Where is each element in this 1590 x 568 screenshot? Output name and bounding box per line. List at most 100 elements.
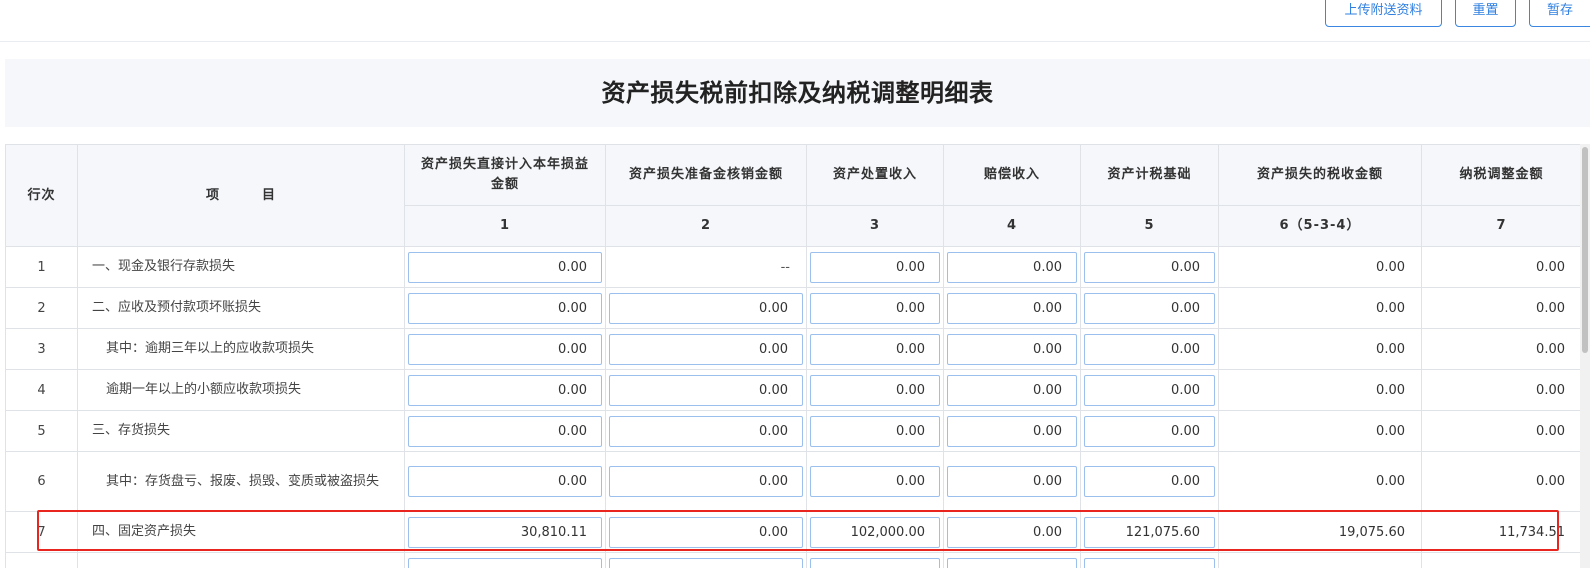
row-item-label: 四、固定资产损失: [77, 511, 405, 553]
header-col5: 资产计税基础: [1080, 144, 1219, 206]
row-number: 2: [5, 287, 78, 329]
tax-loss-amount: 0.00: [1218, 328, 1422, 370]
row-number: 4: [5, 369, 78, 411]
row-number: 6: [5, 451, 78, 512]
header-col1: 资产损失直接计入本年损益金额: [404, 144, 606, 206]
tax-basis-input[interactable]: [1084, 251, 1215, 283]
header-col2: 资产损失准备金核销金额: [605, 144, 807, 206]
reserve-writeoff-input[interactable]: [609, 374, 803, 406]
compensation-income-input[interactable]: [947, 251, 1077, 283]
reserve-writeoff-input[interactable]: [609, 415, 803, 447]
tax-basis-input[interactable]: [1084, 466, 1215, 497]
row-number: 5: [5, 410, 78, 452]
tax-basis-input[interactable]: [1084, 333, 1215, 365]
row-item-label: 逾期一年以上的小额应收款项损失: [77, 369, 405, 411]
disposal-income-input[interactable]: [810, 466, 940, 497]
tax-adjustment-amount: 0.00: [1421, 410, 1581, 452]
disposal-income-input[interactable]: [810, 333, 940, 365]
disposal-income-input[interactable]: [810, 292, 940, 324]
tax-loss-amount: 0.00: [1218, 369, 1422, 411]
direct-loss-input[interactable]: [408, 415, 602, 447]
tax-adjustment-amount: 0.00: [1421, 246, 1581, 288]
page-title: 资产损失税前扣除及纳税调整明细表: [601, 79, 994, 107]
row-item-label: 二、应收及预付款项坏账损失: [77, 287, 405, 329]
row-item-label: 三、存货损失: [77, 410, 405, 452]
tax-loss-amount: 0.00: [1218, 246, 1422, 288]
direct-loss-input[interactable]: [408, 557, 602, 568]
tax-loss-amount: 0.00: [1218, 287, 1422, 329]
table-row: 7 四、固定资产损失 19,075.60 11,734.51: [5, 511, 1581, 553]
tax-basis-input[interactable]: [1084, 415, 1215, 447]
tax-loss-amount: 19,075.60: [1218, 511, 1422, 553]
table-row: 6 其中：存货盘亏、报废、损毁、变质或被盗损失 0.00 0.00: [5, 451, 1581, 512]
table-row: 4 逾期一年以上的小额应收款项损失 0.00 0.00: [5, 369, 1581, 411]
table-row: 5 三、存货损失 0.00 0.00: [5, 410, 1581, 452]
upload-attachments-button[interactable]: 上传附送资料: [1325, 0, 1442, 27]
asset-loss-table: 行次 项 目 资产损失直接计入本年损益金额 资产损失准备金核销金额 资产处置收入…: [5, 144, 1581, 568]
table-row: [5, 552, 1581, 568]
disposal-income-input[interactable]: [810, 516, 940, 548]
header-col7: 纳税调整金额: [1421, 144, 1581, 206]
header-item: 项 目: [77, 144, 405, 247]
reserve-writeoff-input[interactable]: [609, 292, 803, 324]
compensation-income-input[interactable]: [947, 557, 1077, 568]
tax-loss-amount: 0.00: [1218, 410, 1422, 452]
col-number: 5: [1080, 205, 1219, 247]
compensation-income-input[interactable]: [947, 292, 1077, 324]
col-number: 3: [806, 205, 944, 247]
tax-basis-input[interactable]: [1084, 374, 1215, 406]
reserve-writeoff-input[interactable]: [609, 516, 803, 548]
reserve-writeoff-dash: --: [605, 246, 807, 288]
row-number: 3: [5, 328, 78, 370]
tax-basis-input[interactable]: [1084, 292, 1215, 324]
reserve-writeoff-input[interactable]: [609, 333, 803, 365]
col-number: 4: [943, 205, 1081, 247]
table-row: 3 其中：逾期三年以上的应收款项损失 0.00 0.00: [5, 328, 1581, 370]
table-row: 2 二、应收及预付款项坏账损失 0.00 0.00: [5, 287, 1581, 329]
tax-adjustment-amount: 0.00: [1421, 451, 1581, 512]
direct-loss-input[interactable]: [408, 251, 602, 283]
tax-basis-input[interactable]: [1084, 557, 1215, 568]
row-item-label: 其中：逾期三年以上的应收款项损失: [77, 328, 405, 370]
compensation-income-input[interactable]: [947, 374, 1077, 406]
direct-loss-input[interactable]: [408, 374, 602, 406]
reserve-writeoff-input[interactable]: [609, 557, 803, 568]
scrollbar-thumb[interactable]: [1582, 147, 1588, 353]
disposal-income-input[interactable]: [810, 557, 940, 568]
title-band: 资产损失税前扣除及纳税调整明细表: [5, 59, 1590, 127]
row-item-label: 其中：存货盘亏、报废、损毁、变质或被盗损失: [77, 451, 405, 512]
disposal-income-input[interactable]: [810, 251, 940, 283]
col-number: 7: [1421, 205, 1581, 247]
col-number: 6（5-3-4）: [1218, 205, 1422, 247]
tax-adjustment-amount: 0.00: [1421, 287, 1581, 329]
reserve-writeoff-input[interactable]: [609, 466, 803, 497]
compensation-income-input[interactable]: [947, 415, 1077, 447]
header-col3: 资产处置收入: [806, 144, 944, 206]
reset-button[interactable]: 重置: [1455, 0, 1516, 27]
compensation-income-input[interactable]: [947, 466, 1077, 497]
table-row: 1 一、现金及银行存款损失 -- 0.00 0.00: [5, 246, 1581, 288]
row-number: 1: [5, 246, 78, 288]
header-col4: 赔偿收入: [943, 144, 1081, 206]
header-row-no: 行次: [5, 144, 78, 247]
tax-loss-amount: 0.00: [1218, 451, 1422, 512]
disposal-income-input[interactable]: [810, 374, 940, 406]
direct-loss-input[interactable]: [408, 333, 602, 365]
row-item-label: 一、现金及银行存款损失: [77, 246, 405, 288]
tax-basis-input[interactable]: [1084, 516, 1215, 548]
direct-loss-input[interactable]: [408, 292, 602, 324]
save-draft-button[interactable]: 暂存: [1529, 0, 1590, 27]
top-toolbar: 上传附送资料 重置 暂存: [0, 0, 1590, 42]
compensation-income-input[interactable]: [947, 333, 1077, 365]
direct-loss-input[interactable]: [408, 516, 602, 548]
tax-adjustment-amount: 0.00: [1421, 328, 1581, 370]
direct-loss-input[interactable]: [408, 466, 602, 497]
col-number: 1: [404, 205, 606, 247]
compensation-income-input[interactable]: [947, 516, 1077, 548]
tax-adjustment-amount: 0.00: [1421, 369, 1581, 411]
row-number: 7: [5, 511, 78, 553]
disposal-income-input[interactable]: [810, 415, 940, 447]
col-number: 2: [605, 205, 807, 247]
table-scroll-area[interactable]: 行次 项 目 资产损失直接计入本年损益金额 资产损失准备金核销金额 资产处置收入…: [5, 144, 1581, 568]
tax-adjustment-amount: 11,734.51: [1421, 511, 1581, 553]
